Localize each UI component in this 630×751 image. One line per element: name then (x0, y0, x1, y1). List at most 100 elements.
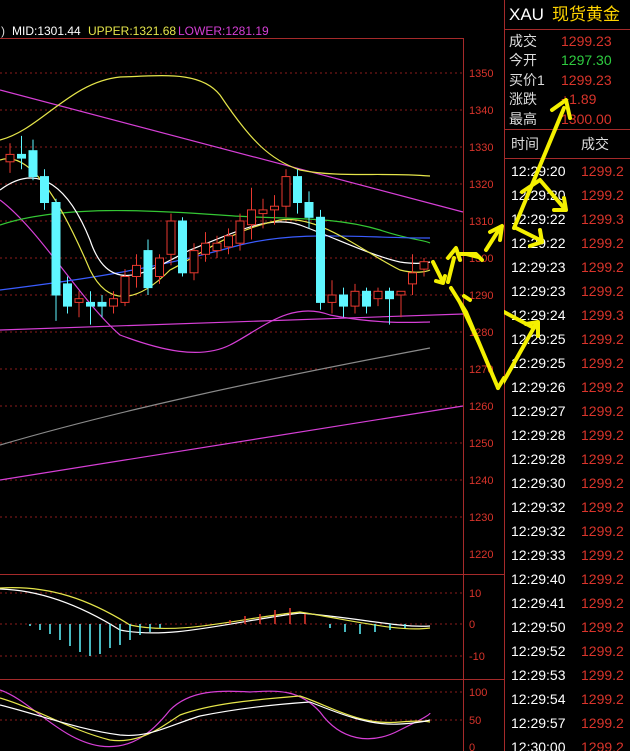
quote-fields: 成交 1299.23 今开 1297.30 买价1 1299.23 涨跌 +1.89 最… (505, 30, 630, 129)
tick-row[interactable]: 12:29:28 1299.2 (505, 447, 630, 471)
tick-row[interactable]: 12:29:32 1299.2 (505, 495, 630, 519)
quote-label: 成交 (509, 33, 537, 49)
tick-row[interactable]: 12:29:23 1299.2 (505, 279, 630, 303)
tick-time: 12:29:32 (511, 522, 566, 539)
ticks-header-time: 时间 (511, 135, 539, 152)
tick-time: 12:29:54 (511, 690, 566, 707)
quote-value: 1300.00 (561, 110, 612, 127)
ma-yellow-short (0, 158, 431, 297)
tick-row[interactable]: 12:29:40 1299.2 (505, 567, 630, 591)
upper-trend-line (0, 89, 464, 213)
tick-row[interactable]: 12:29:54 1299.2 (505, 687, 630, 711)
tick-row[interactable]: 12:29:53 1299.2 (505, 663, 630, 687)
tick-row[interactable]: 12:29:50 1299.2 (505, 615, 630, 639)
tick-time: 12:29:32 (511, 498, 566, 515)
header-prefix: ) (1, 24, 5, 38)
price-chart[interactable]: ) MID:1301.44 UPPER:1321.68 LOWER:1281.1… (0, 0, 504, 751)
tick-price: 1299.3 (581, 306, 624, 323)
kdj-axis: 100 50 0 (469, 687, 487, 751)
price-axis: 1350 1340 1330 1320 1310 1300 1290 1280 … (469, 68, 493, 561)
tick-row[interactable]: 12:29:28 1299.2 (505, 423, 630, 447)
quote-value: 1299.23 (561, 33, 612, 49)
arrow-icon (446, 256, 456, 284)
tick-list[interactable]: 12:29:20 1299.2 12:29:20 1299.2 12:29:22 1299… (505, 159, 630, 751)
tick-row[interactable]: 12:29:25 1299.2 (505, 327, 630, 351)
macd-tick: 0 (469, 619, 475, 631)
tick-time: 12:30:00 (511, 738, 566, 751)
tick-row[interactable]: 12:30:00 1299.2 (505, 735, 630, 751)
tick-time: 12:29:22 (511, 234, 566, 251)
candle-up (350, 290, 360, 307)
candle-up (189, 250, 199, 274)
tick-row[interactable]: 12:29:22 1299.2 (505, 231, 630, 255)
tick-time: 12:29:30 (511, 474, 566, 491)
tick-row[interactable]: 12:29:20 1299.2 (505, 159, 630, 183)
tick-row[interactable]: 12:29:24 1299.3 (505, 303, 630, 327)
tick-row[interactable]: 12:29:20 1299.2 (505, 183, 630, 207)
tick-row[interactable]: 12:29:27 1299.2 (505, 399, 630, 423)
tick-price: 1299.2 (581, 546, 624, 563)
quote-row-last: 成交 1299.23 (505, 32, 630, 51)
tick-time: 12:29:28 (511, 450, 566, 467)
kdj-tick: 50 (469, 715, 481, 727)
kdj-tick: 0 (469, 742, 475, 751)
tick-price: 1299.2 (581, 474, 624, 491)
tick-row[interactable]: 12:29:41 1299.2 (505, 591, 630, 615)
candle-down (143, 250, 153, 289)
tick-time: 12:29:20 (511, 186, 566, 203)
price-tick: 1290 (469, 290, 493, 302)
candle-down (51, 202, 61, 296)
price-tick: 1310 (469, 216, 493, 228)
kdj-tick: 100 (469, 687, 487, 699)
candle-up (408, 272, 417, 285)
candle-up (235, 220, 245, 244)
candle-up (258, 209, 268, 215)
lower-label: LOWER:1281.19 (178, 24, 269, 38)
tick-row[interactable]: 12:29:25 1299.2 (505, 351, 630, 375)
tick-price: 1299.2 (581, 378, 624, 395)
candle-down (304, 202, 314, 218)
tick-row[interactable]: 12:29:30 1299.2 (505, 471, 630, 495)
tick-price: 1299.2 (581, 258, 624, 275)
candle-up (109, 298, 118, 307)
ticks-header-price: 成交 (581, 135, 609, 152)
tick-price: 1299.2 (581, 162, 624, 179)
mid-label: MID:1301.44 (12, 24, 81, 38)
quote-value: 1297.30 (561, 52, 612, 69)
tick-row[interactable]: 12:29:57 1299.2 (505, 711, 630, 735)
tick-price: 1299.2 (581, 498, 624, 515)
kdj-white-line (0, 701, 431, 737)
candle-down (362, 290, 371, 307)
tick-time: 12:29:50 (511, 618, 566, 635)
tick-row[interactable]: 12:29:52 1299.2 (505, 639, 630, 663)
tick-price: 1299.2 (581, 594, 624, 611)
tick-row[interactable]: 12:29:33 1299.2 (505, 543, 630, 567)
price-tick: 1340 (469, 105, 493, 117)
quote-label: 涨跌 (509, 91, 537, 108)
tick-time: 12:29:22 (511, 210, 566, 227)
quote-label: 最高 (509, 110, 537, 127)
tick-time: 12:29:23 (511, 258, 566, 275)
candle-down (97, 301, 107, 307)
tick-time: 12:29:40 (511, 570, 566, 587)
tick-time: 12:29:52 (511, 642, 566, 659)
tick-time: 12:29:27 (511, 402, 566, 419)
quote-panel: XAU 现货黄金 成交 1299.23 今开 1297.30 买价1 1299.23 涨… (504, 0, 630, 751)
panel-frame (0, 38, 504, 751)
tick-row[interactable]: 12:29:22 1299.3 (505, 207, 630, 231)
tick-price: 1299.2 (581, 690, 624, 707)
candle-down (293, 176, 302, 204)
tick-price: 1299.2 (581, 642, 624, 659)
tick-row[interactable]: 12:29:32 1299.2 (505, 519, 630, 543)
tick-row[interactable]: 12:29:23 1299.2 (505, 255, 630, 279)
tick-row[interactable]: 12:29:26 1299.2 (505, 375, 630, 399)
candle-down (40, 176, 49, 204)
candle-up (327, 294, 337, 303)
candle-up (212, 242, 222, 252)
arrow-icon (431, 260, 444, 282)
symbol-code: XAU (509, 5, 544, 24)
candle-up (281, 176, 291, 207)
candle-up (74, 298, 84, 303)
quote-label: 买价1 (509, 71, 545, 88)
tick-price: 1299.2 (581, 618, 624, 635)
